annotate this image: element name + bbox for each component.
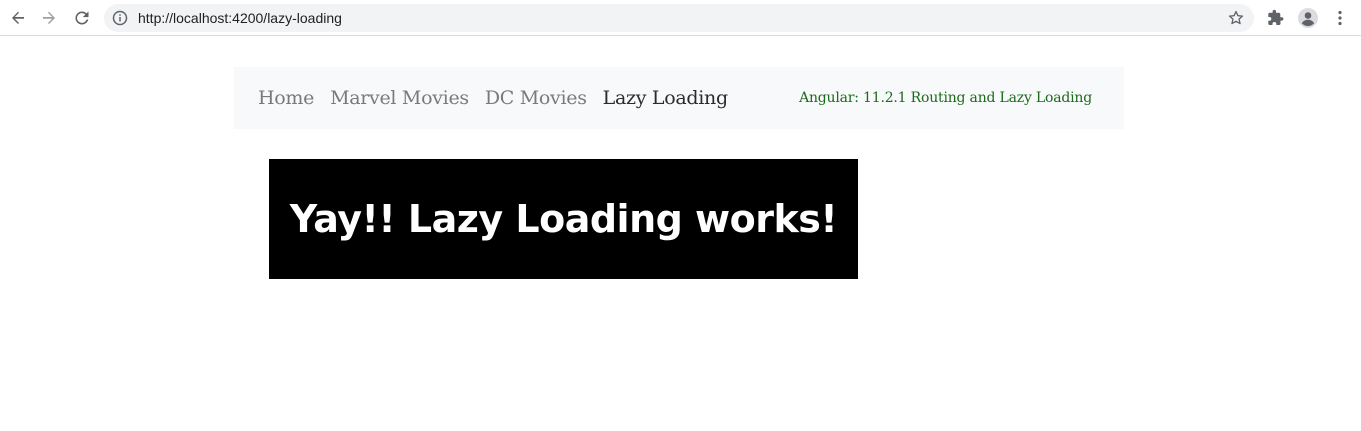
nav-links: Home Marvel Movies DC Movies Lazy Loadin… bbox=[258, 67, 744, 129]
arrow-left-icon bbox=[12, 11, 24, 24]
nav-link-dc-movies[interactable]: DC Movies bbox=[485, 87, 587, 109]
star-icon[interactable] bbox=[1228, 10, 1244, 26]
forward-button[interactable] bbox=[37, 6, 61, 30]
url-input[interactable] bbox=[138, 4, 1138, 32]
app-navbar: Home Marvel Movies DC Movies Lazy Loadin… bbox=[234, 67, 1124, 129]
nav-link-home[interactable]: Home bbox=[258, 87, 314, 109]
banner-text: Yay!! Lazy Loading works! bbox=[289, 197, 838, 241]
navbar-brand: Angular: 11.2.1 Routing and Lazy Loading bbox=[799, 90, 1092, 106]
extensions-button[interactable] bbox=[1264, 6, 1288, 30]
arrow-right-icon bbox=[43, 11, 55, 24]
nav-link-marvel-movies[interactable]: Marvel Movies bbox=[330, 87, 469, 109]
reload-button[interactable] bbox=[70, 6, 94, 30]
kebab-menu-icon bbox=[1338, 10, 1342, 26]
browser-toolbar bbox=[0, 0, 1361, 36]
browser-menu-button[interactable] bbox=[1328, 6, 1352, 30]
info-icon[interactable] bbox=[112, 10, 128, 26]
profile-button[interactable] bbox=[1296, 6, 1320, 30]
avatar-icon bbox=[1298, 8, 1318, 28]
puzzle-icon bbox=[1268, 9, 1284, 25]
lazy-loading-banner: Yay!! Lazy Loading works! bbox=[269, 159, 858, 279]
back-button[interactable] bbox=[6, 6, 30, 30]
nav-link-lazy-loading[interactable]: Lazy Loading bbox=[603, 87, 728, 109]
reload-icon bbox=[75, 11, 89, 25]
address-bar[interactable] bbox=[104, 4, 1254, 32]
